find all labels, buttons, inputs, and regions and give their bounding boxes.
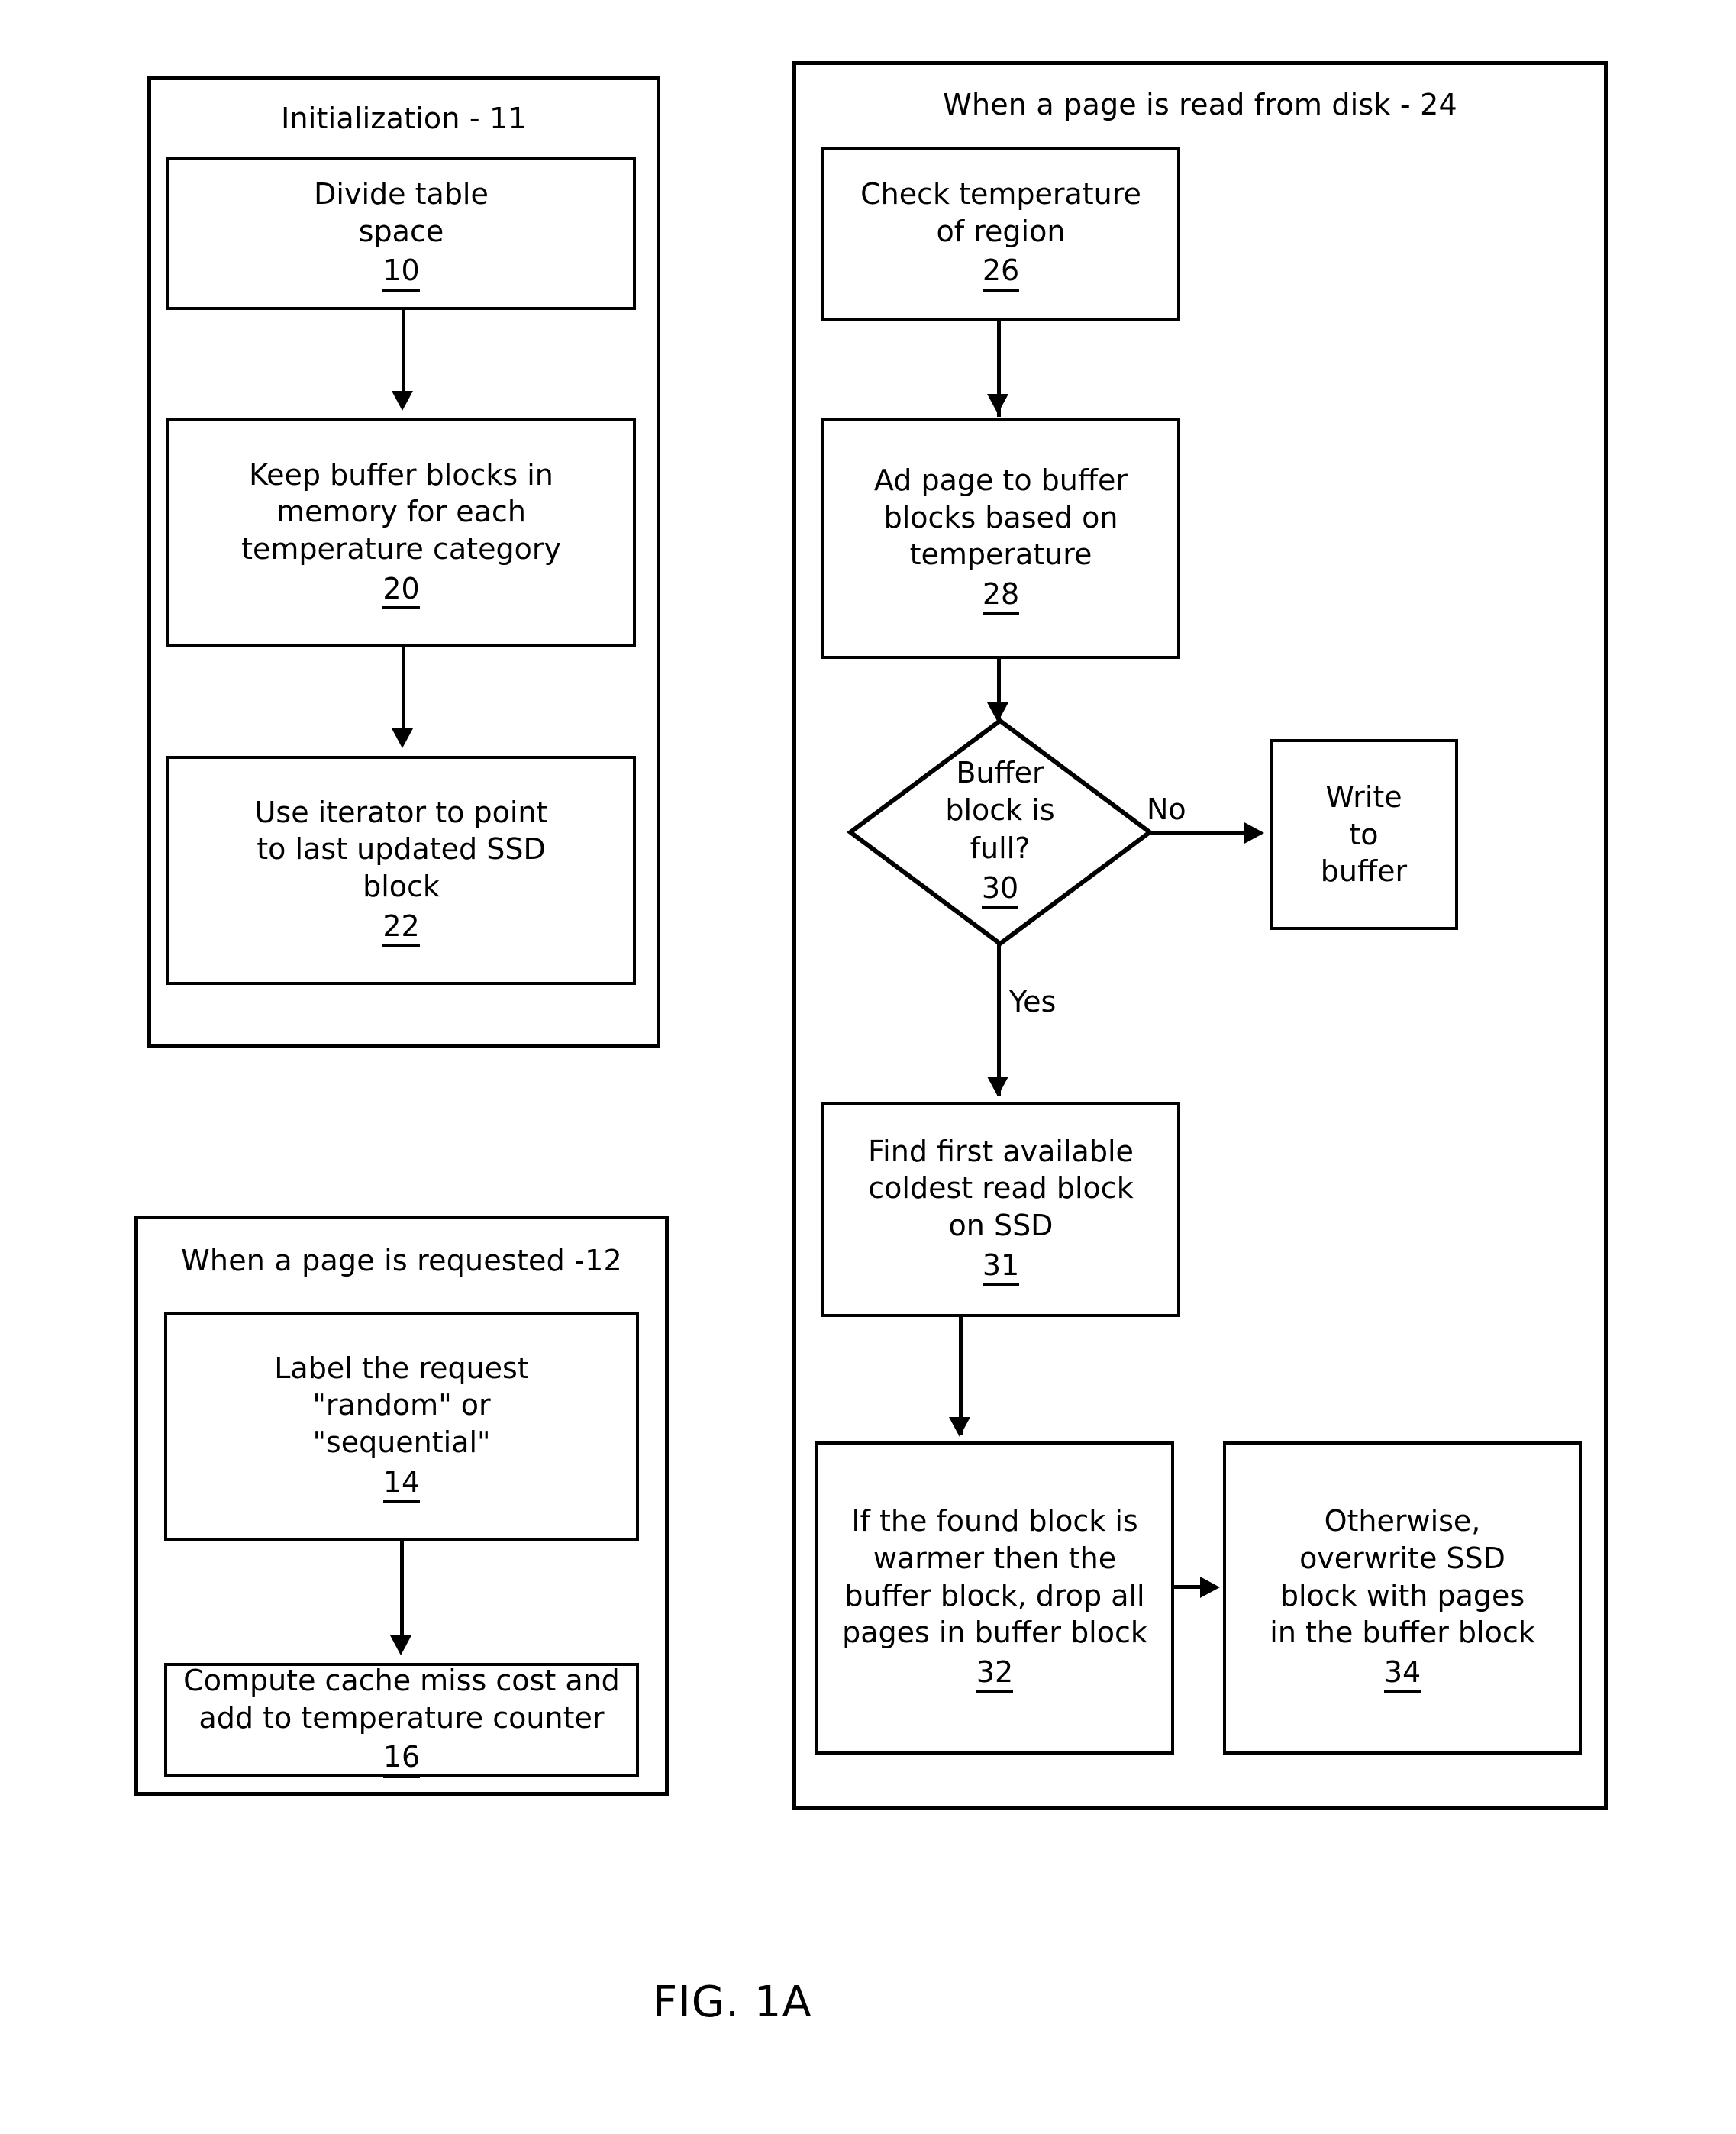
- step-box-26-text: Check temperature of region: [860, 177, 1141, 248]
- connector-14-16: [400, 1541, 404, 1640]
- step-ref-34: 34: [1383, 1655, 1421, 1693]
- step-box-31-text: Find first available coldest read block …: [868, 1134, 1134, 1242]
- connector-20-22-arrowhead: [392, 728, 413, 748]
- step-ref-20: 20: [382, 572, 420, 610]
- step-ref-31: 31: [982, 1248, 1020, 1287]
- step-box-20-text: Keep buffer blocks in memory for each te…: [241, 457, 561, 566]
- step-ref-16: 16: [382, 1741, 421, 1778]
- step-box-28-text: Ad page to buffer blocks based on temper…: [873, 463, 1128, 572]
- connector-20-22: [402, 647, 405, 731]
- step-ref-32: 32: [976, 1655, 1014, 1693]
- step-box-16-text: Compute cache miss cost and add to tempe…: [183, 1664, 620, 1735]
- group-page-requested-title: When a page is requested -12: [181, 1244, 622, 1277]
- connector-10-20: [402, 310, 405, 394]
- step-box-14-text: Label the request "random" or "sequentia…: [274, 1351, 529, 1459]
- group-initialization-title: Initialization - 11: [281, 102, 527, 135]
- connector-14-16-arrowhead: [390, 1635, 411, 1655]
- decision-diamond-30-text: Buffer block is full? 30: [847, 754, 1153, 909]
- step-box-28: Ad page to buffer blocks based on temper…: [821, 418, 1180, 659]
- step-box-20: Keep buffer blocks in memory for each te…: [166, 418, 636, 647]
- step-box-32: If the found block is warmer then the bu…: [815, 1441, 1174, 1755]
- connector-31-32-arrowhead: [949, 1417, 970, 1437]
- step-box-34-text: Otherwise, overwrite SSD block with page…: [1270, 1504, 1535, 1650]
- edge-label-yes: Yes: [1009, 985, 1057, 1019]
- decision-diamond-30: Buffer block is full? 30: [847, 718, 1153, 947]
- step-box-34: Otherwise, overwrite SSD block with page…: [1223, 1441, 1582, 1755]
- edge-label-no: No: [1147, 793, 1186, 826]
- step-ref-10: 10: [382, 254, 420, 292]
- step-box-10: Divide table space 10: [166, 157, 636, 310]
- step-ref-28: 28: [982, 577, 1020, 615]
- connector-30-31-arrowhead: [987, 1077, 1008, 1096]
- figure-caption: FIG. 1A: [653, 1977, 812, 2027]
- connector-30-31: [997, 944, 1001, 1096]
- connector-30-write-to-buffer: [1150, 831, 1249, 835]
- step-box-16: Compute cache miss cost and add to tempe…: [164, 1663, 639, 1778]
- step-box-22-text: Use iterator to point to last updated SS…: [254, 795, 548, 903]
- connector-30-write-to-buffer-arrowhead: [1244, 822, 1264, 844]
- group-page-read-from-disk-title: When a page is read from disk - 24: [943, 88, 1457, 121]
- step-box-31: Find first available coldest read block …: [821, 1102, 1180, 1317]
- step-ref-26: 26: [982, 254, 1020, 292]
- step-box-write-to-buffer: Write to buffer: [1270, 739, 1458, 930]
- step-box-32-text: If the found block is warmer then the bu…: [842, 1504, 1147, 1650]
- connector-10-20-arrowhead: [392, 391, 413, 411]
- step-box-10-text: Divide table space: [314, 177, 489, 248]
- step-box-14: Label the request "random" or "sequentia…: [164, 1312, 639, 1541]
- step-box-write-to-buffer-text: Write to buffer: [1320, 780, 1408, 889]
- connector-26-28-arrowhead: [987, 394, 1008, 414]
- decision-ref-30: 30: [981, 871, 1019, 909]
- step-box-26: Check temperature of region 26: [821, 147, 1180, 321]
- step-ref-14: 14: [382, 1465, 421, 1503]
- step-ref-22: 22: [382, 909, 420, 948]
- connector-32-34-arrowhead: [1200, 1577, 1220, 1598]
- step-box-22: Use iterator to point to last updated SS…: [166, 756, 636, 985]
